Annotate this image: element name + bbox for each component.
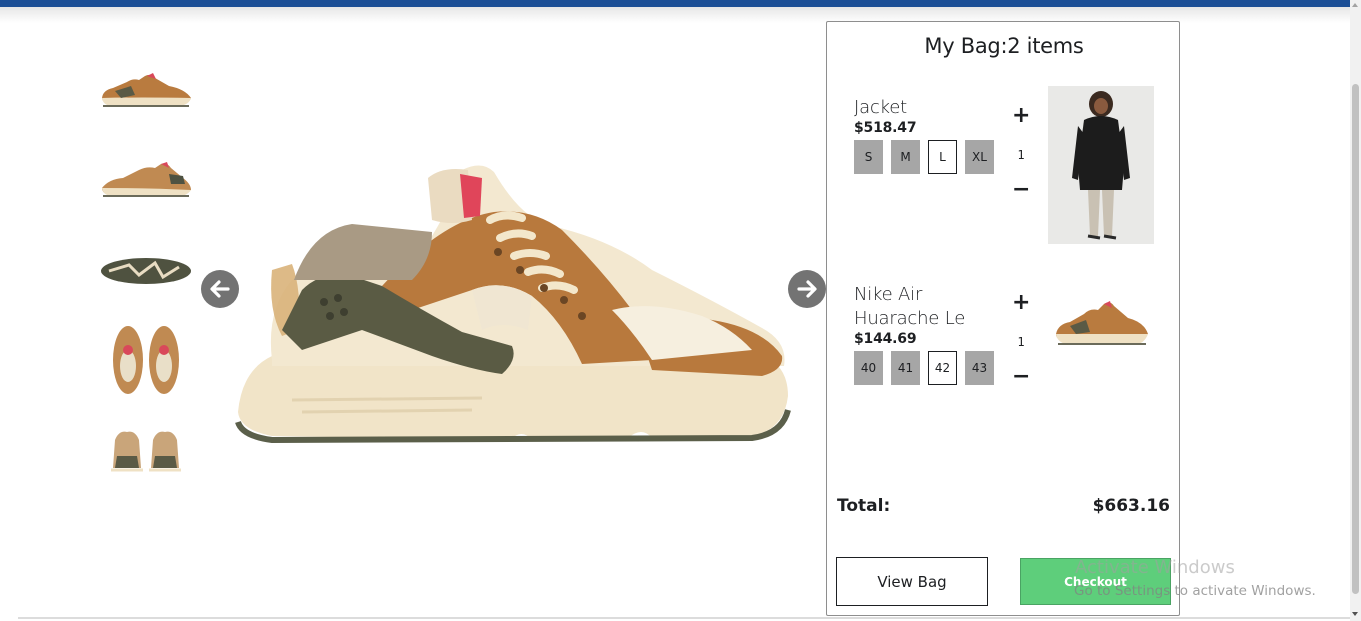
size-option[interactable]: 43 [965, 351, 994, 385]
thumbnail-top-view[interactable] [97, 322, 195, 397]
decrease-quantity-button[interactable]: − [1012, 366, 1030, 388]
scroll-up-icon[interactable] [1352, 3, 1358, 7]
size-option[interactable]: S [854, 140, 883, 174]
header-bar [0, 0, 1350, 7]
page-bottom-line [18, 617, 1350, 619]
watermark-subtitle: Go to Settings to activate Windows. [1074, 583, 1316, 599]
cart-item-image [1048, 292, 1154, 352]
watermark-title: Activate Windows [1075, 557, 1235, 578]
size-option-selected[interactable]: 42 [928, 351, 957, 385]
size-option[interactable]: 41 [891, 351, 920, 385]
jacket-photo [1072, 91, 1130, 240]
cart-item-image [1048, 86, 1154, 244]
arrow-right-icon [797, 280, 817, 298]
size-selector: S M L XL [854, 140, 994, 174]
thumbnail-sole-view[interactable] [97, 253, 195, 288]
scroll-thumb[interactable] [1352, 84, 1359, 594]
item-quantity: 1 [1017, 148, 1025, 162]
shoe-pair-back-icon [111, 431, 181, 472]
shoe-pair-top-icon [113, 325, 179, 394]
bag-title: My Bag:2 items [827, 34, 1181, 58]
shoe-thumbnail-icon [102, 72, 191, 107]
arrow-left-icon [210, 280, 230, 298]
increase-quantity-button[interactable]: + [1012, 292, 1030, 314]
mini-cart-overlay: My Bag:2 items Jacket $518.47 S M L XL +… [826, 21, 1180, 616]
shoe-thumbnail-icon [102, 161, 191, 197]
size-option[interactable]: XL [965, 140, 994, 174]
size-option[interactable]: 40 [854, 351, 883, 385]
bag-title-label: My Bag: [924, 34, 1008, 58]
shoe-main-image [235, 165, 791, 444]
size-option-selected[interactable]: L [928, 140, 957, 174]
bag-item-count: 2 items [1007, 34, 1084, 58]
vertical-scrollbar[interactable] [1350, 0, 1361, 621]
scroll-down-icon[interactable] [1352, 612, 1358, 616]
thumbnail-side-view[interactable] [97, 66, 195, 111]
cart-item-price: $144.69 [854, 331, 917, 347]
size-option[interactable]: M [891, 140, 920, 174]
shoe-sole-icon [101, 257, 191, 284]
view-bag-button[interactable]: View Bag [836, 557, 988, 606]
next-image-button[interactable] [788, 270, 826, 308]
increase-quantity-button[interactable]: + [1012, 105, 1030, 127]
item-quantity: 1 [1017, 335, 1025, 349]
main-product-image [232, 160, 792, 450]
total-value: $663.16 [1092, 496, 1170, 516]
decrease-quantity-button[interactable]: − [1012, 179, 1030, 201]
thumbnail-back-view[interactable] [97, 425, 195, 473]
previous-image-button[interactable] [201, 270, 239, 308]
cart-item-name: Nike Air Huarache Le [854, 284, 966, 329]
shoe-photo [1056, 301, 1148, 345]
cart-item-price: $518.47 [854, 120, 917, 136]
thumbnail-inner-side-view[interactable] [97, 156, 195, 201]
total-label: Total: [837, 496, 891, 516]
size-selector: 40 41 42 43 [854, 351, 994, 385]
cart-item-name: Jacket [854, 97, 907, 118]
